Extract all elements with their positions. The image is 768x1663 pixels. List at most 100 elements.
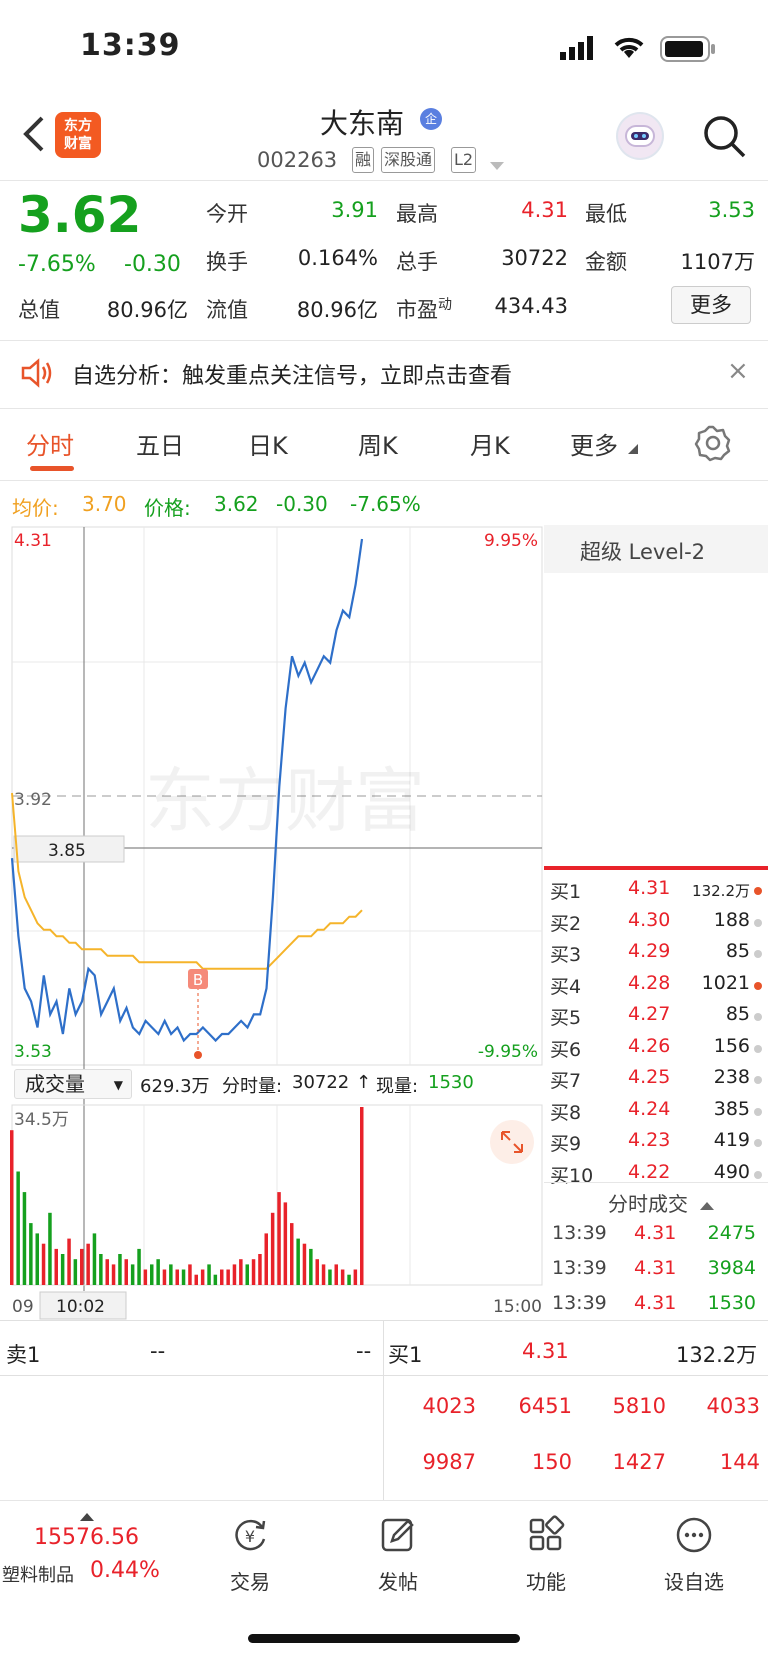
tab-five-day[interactable]: 五日 [136,426,184,461]
bid-level: 买6 [550,1038,582,1061]
trade-icon: ¥ [235,1519,266,1551]
volume-bar [334,1264,338,1285]
bid-row[interactable]: 买3 4.29 85 [550,940,762,970]
bid-price: 4.29 [628,940,671,962]
turnover-value: 0.164% [297,246,378,270]
search-button[interactable] [700,112,748,160]
volume-bar [48,1212,52,1285]
volume-bar [99,1254,103,1285]
tab-weekly-k[interactable]: 周K [358,426,398,461]
high-value: 4.31 [521,198,568,222]
volume-bar [16,1171,20,1285]
crosshair-time: 10:02 [56,1297,105,1317]
bid-price: 4.28 [628,971,671,994]
current-volume-label: 现量: [376,1076,419,1097]
svg-text:¥: ¥ [245,1527,255,1546]
wifi-icon [612,34,646,64]
bid-row[interactable]: 买7 4.25 238 [550,1066,762,1096]
caret-down-icon[interactable] [490,156,504,175]
volume-bar [258,1254,262,1285]
tick-volume: 3984 [707,1257,756,1279]
margin-tag: 融 [352,147,375,173]
index-name[interactable]: 塑料制品 [2,1561,74,1587]
bid-status-dot [754,1139,762,1147]
bid-row[interactable]: 买10 4.22 490 [550,1161,762,1191]
price-label: 价格: [144,496,191,520]
legend-change-amount: -0.30 [276,492,328,516]
app-logo: 东方 财富 [55,112,101,158]
nav-trade[interactable]: ¥ 交易 [190,1515,310,1595]
volume-bar [264,1233,268,1285]
bid-row[interactable]: 买2 4.30 188 [550,909,762,939]
price-value: 3.62 [214,492,259,516]
robot-avatar[interactable] [616,112,664,160]
volume-bar [162,1269,167,1285]
nav-post[interactable]: 发帖 [338,1515,458,1595]
pe-label-main: 市盈 [396,298,438,322]
bid1-price: 4.31 [522,1339,569,1363]
bid1-volume: 132.2万 [676,1343,758,1367]
volume-bar [54,1248,58,1285]
l2-tag: L2 [451,147,477,173]
bid-status-dot [754,1170,762,1179]
bid-volume: 132.2万 [692,882,750,900]
nav-functions[interactable]: 功能 [486,1515,606,1595]
stock-code: 002263 [257,148,338,172]
bid-row[interactable]: 买8 4.24 385 [550,1098,762,1128]
volume-bar [315,1259,319,1285]
low-label: 最低 [585,202,627,226]
expand-button[interactable] [490,1120,534,1164]
amount-value: 1107万 [680,250,755,274]
ask1-label: 卖1 [6,1343,41,1367]
ticks-title[interactable]: 分时成交 [608,1188,715,1217]
logo-text-top: 东方 [64,118,92,134]
volume-bar [80,1248,84,1285]
tab-monthly-k[interactable]: 月K [470,426,510,461]
chevron-left-icon [23,116,44,152]
nav-post-label: 发帖 [378,1570,418,1594]
chart-settings-button[interactable] [694,424,732,462]
volume-bar [226,1269,230,1285]
pct-axis-low: -9.95% [478,1042,538,1062]
back-button[interactable] [16,112,52,156]
level2-title[interactable]: 超级 Level-2 [580,536,705,566]
queue-order: 1427 [612,1450,666,1474]
bid-volume: 385 [713,1097,750,1120]
tick-price: 4.31 [634,1292,677,1314]
volume-value: 30722 [501,246,568,270]
bid-row[interactable]: 买1 4.31 132.2万 [550,877,762,907]
tick-time: 13:39 [552,1292,607,1314]
index-change[interactable]: 0.44% [90,1558,160,1583]
status-time: 13:39 [80,28,181,63]
nav-trade-label: 交易 [230,1570,270,1594]
bid-level: 买3 [550,944,582,966]
volume-indicator-select[interactable]: 成交量 ▼ [14,1069,132,1099]
bid-status-dot [754,950,762,958]
float-cap-value: 80.96亿 [296,298,378,322]
tab-intraday[interactable]: 分时 [26,426,74,461]
bid-status-dot [754,918,762,927]
banner-close-button[interactable]: × [727,356,749,386]
bid-row[interactable]: 买6 4.26 156 [550,1035,762,1065]
ask1-price: -- [150,1339,166,1363]
bid-price: 4.31 [628,877,671,899]
tab-more[interactable]: 更多 [570,426,638,461]
tab-daily-k[interactable]: 日K [248,426,288,461]
tick-price: 4.31 [634,1257,677,1279]
more-quote-button[interactable]: 更多 [671,286,751,324]
bid-row[interactable]: 买4 4.28 1021 [550,972,762,1002]
nav-add-watchlist[interactable]: 设自选 [634,1515,754,1595]
current-price: 3.62 [18,186,142,244]
index-value[interactable]: 15576.56 [34,1525,139,1550]
volume-bar [73,1259,78,1285]
banner-text[interactable]: 自选分析：触发重点关注信号，立即点击查看 [72,358,512,390]
bid-row[interactable]: 买9 4.23 419 [550,1129,762,1159]
fen-volume-label: 分时量: [222,1076,283,1097]
bid-row[interactable]: 买5 4.27 85 [550,1003,762,1033]
bid-volume: 85 [725,1003,750,1025]
volume-bar [118,1254,122,1285]
caret-up-icon [700,1202,715,1210]
divider [383,1320,384,1500]
volume-bar [245,1264,249,1285]
active-tab-indicator [30,466,74,471]
